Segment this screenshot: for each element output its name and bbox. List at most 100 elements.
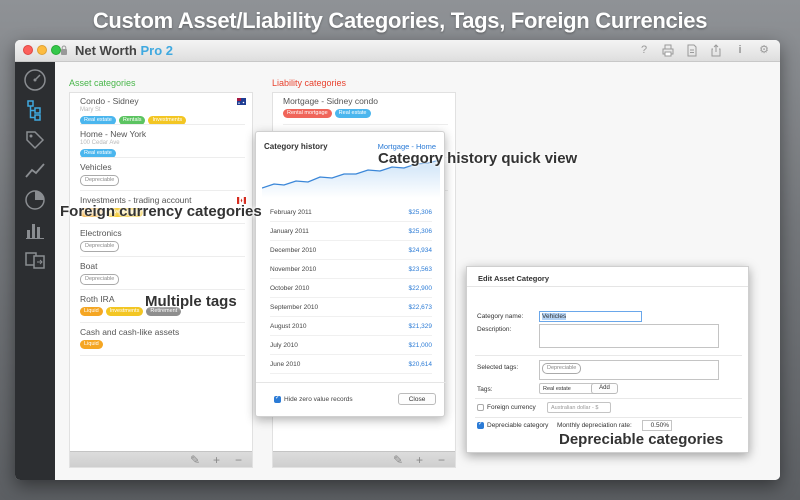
edit-asset-category-dialog: Edit Asset Category Category name: Vehic… [466, 266, 749, 453]
divider [80, 223, 245, 224]
share-icon[interactable] [710, 44, 722, 57]
history-amount: $22,673 [408, 304, 433, 311]
close-window-button[interactable] [23, 45, 33, 55]
category-item[interactable]: Condo - Sidney Mary St Real estate Rentals I… [80, 96, 245, 125]
category-description: 100 Cedar Ave [80, 140, 120, 146]
asset-list-footer: ✎ + − [70, 451, 252, 467]
tag[interactable]: Depreciable [80, 274, 120, 285]
help-icon[interactable]: ? [638, 44, 650, 57]
divider [80, 355, 245, 356]
history-amount: $25,306 [408, 209, 433, 216]
divider [475, 417, 742, 418]
category-name: Vehicles [80, 162, 112, 172]
overlay-history-quick-view: Category history quick view [378, 150, 578, 167]
sidebar [15, 62, 55, 480]
category-name-value: Vehicles [542, 313, 567, 320]
category-name-input[interactable]: Vehicles [539, 311, 642, 322]
edit-icon[interactable]: ✎ [393, 453, 403, 467]
title-bar: Net Worth Pro 2 ? i ⚙ [15, 40, 780, 62]
add-icon[interactable]: + [416, 453, 423, 467]
tag-list: Liquid [80, 340, 245, 349]
dashboard-gauge-icon[interactable] [23, 68, 47, 92]
category-name-label: Category name: [477, 313, 524, 320]
history-amount: $25,306 [408, 228, 433, 235]
settings-icon[interactable]: ⚙ [758, 44, 770, 57]
monthly-depreciation-input[interactable]: 0.50% [642, 420, 672, 431]
australia-flag-icon [237, 98, 246, 105]
foreign-currency-checkbox[interactable]: Foreign currency [477, 404, 536, 411]
remove-icon[interactable]: − [438, 453, 445, 467]
tag[interactable]: Investments [105, 307, 144, 316]
history-date: November 2010 [270, 266, 317, 273]
category-history-popover: Category history Mortgage - Home Hide ze… [255, 131, 446, 418]
print-icon[interactable] [662, 44, 674, 57]
history-date: December 2010 [270, 247, 317, 254]
tags-icon[interactable] [23, 128, 47, 152]
liability-categories-label: Liability categories [272, 78, 347, 88]
depreciable-checkbox[interactable]: Depreciable category [477, 420, 549, 429]
history-date: September 2010 [270, 304, 319, 311]
tag[interactable]: Rental mortgage [283, 109, 332, 118]
category-item[interactable]: Home - New York 100 Cedar Ave Real estate [80, 129, 245, 158]
category-item[interactable]: Boat Depreciable [80, 261, 245, 285]
add-tag-button[interactable]: Add [591, 383, 618, 394]
history-date: June 2010 [270, 361, 301, 368]
description-textarea[interactable] [539, 324, 719, 348]
dialog-title: Edit Asset Category [467, 267, 748, 287]
tag[interactable]: Depreciable [80, 241, 120, 252]
tag[interactable]: Liquid [80, 340, 103, 349]
category-name: Mortgage - Sidney condo [283, 96, 378, 106]
currency-exchange-icon[interactable] [23, 248, 47, 272]
document-icon[interactable] [686, 44, 698, 57]
hide-zero-checkbox[interactable]: Hide zero value records [274, 394, 353, 403]
checkbox-checked-icon[interactable] [274, 394, 281, 403]
tag[interactable]: Depreciable [80, 175, 120, 186]
minimize-window-button[interactable] [37, 45, 47, 55]
overlay-multiple-tags: Multiple tags [145, 293, 237, 310]
edit-icon[interactable]: ✎ [190, 453, 200, 467]
history-amount: $22,900 [408, 285, 433, 292]
info-icon[interactable]: i [734, 44, 746, 57]
history-title: Category history [264, 142, 328, 151]
tag-list: Rental mortgage Real estate [283, 109, 448, 118]
history-row: December 2010 $24,934 [270, 242, 432, 260]
overlay-depreciable: Depreciable categories [559, 431, 724, 448]
add-icon[interactable]: + [213, 453, 220, 467]
category-item[interactable]: Cash and cash-like assets Liquid [80, 327, 245, 349]
tag[interactable]: Liquid [80, 307, 103, 316]
close-button[interactable]: Close [398, 393, 436, 405]
bar-chart-icon[interactable] [23, 218, 47, 242]
checkbox-unchecked-icon[interactable] [477, 404, 484, 411]
currency-select[interactable]: Australian dollar - $ [547, 402, 611, 413]
category-item[interactable]: Vehicles Depreciable [80, 162, 245, 186]
tags-select-value: Real estate [543, 386, 571, 392]
tag-list: Depreciable [80, 241, 245, 252]
foreign-currency-label: Foreign currency [487, 404, 536, 411]
asset-categories-label: Asset categories [69, 78, 136, 88]
asset-categories-list: ✎ + − Condo - Sidney Mary St Real estate Re… [69, 92, 253, 468]
remove-icon[interactable]: − [235, 453, 242, 467]
category-item[interactable]: Electronics Depreciable [80, 228, 245, 252]
currency-select-value: Australian dollar - $ [551, 405, 599, 411]
history-amount: $21,000 [408, 342, 433, 349]
divider [80, 256, 245, 257]
selected-tag-depreciable[interactable]: Depreciable [542, 363, 582, 374]
history-footer: Hide zero value records Close [256, 382, 446, 418]
tag-list: Depreciable [80, 274, 245, 285]
history-amount: $23,563 [408, 266, 433, 273]
liability-list-footer: ✎ + − [273, 451, 455, 467]
line-chart-icon[interactable] [23, 158, 47, 182]
app-name: Net Worth [75, 43, 137, 58]
depreciable-label: Depreciable category [487, 422, 549, 429]
categories-icon[interactable] [23, 98, 47, 122]
history-row: July 2010 $21,000 [270, 337, 432, 355]
pie-chart-icon[interactable] [23, 188, 47, 212]
checkbox-checked-icon[interactable] [477, 420, 484, 429]
monthly-depreciation-label: Monthly depreciation rate: [557, 422, 632, 429]
history-amount: $20,614 [408, 361, 433, 368]
divider [475, 355, 742, 356]
category-item[interactable]: Mortgage - Sidney condo Rental mortgage Re… [283, 96, 448, 118]
tag[interactable]: Real estate [334, 109, 371, 118]
selected-tags-box[interactable]: Depreciable [539, 360, 719, 380]
history-row: September 2010 $22,673 [270, 299, 432, 317]
